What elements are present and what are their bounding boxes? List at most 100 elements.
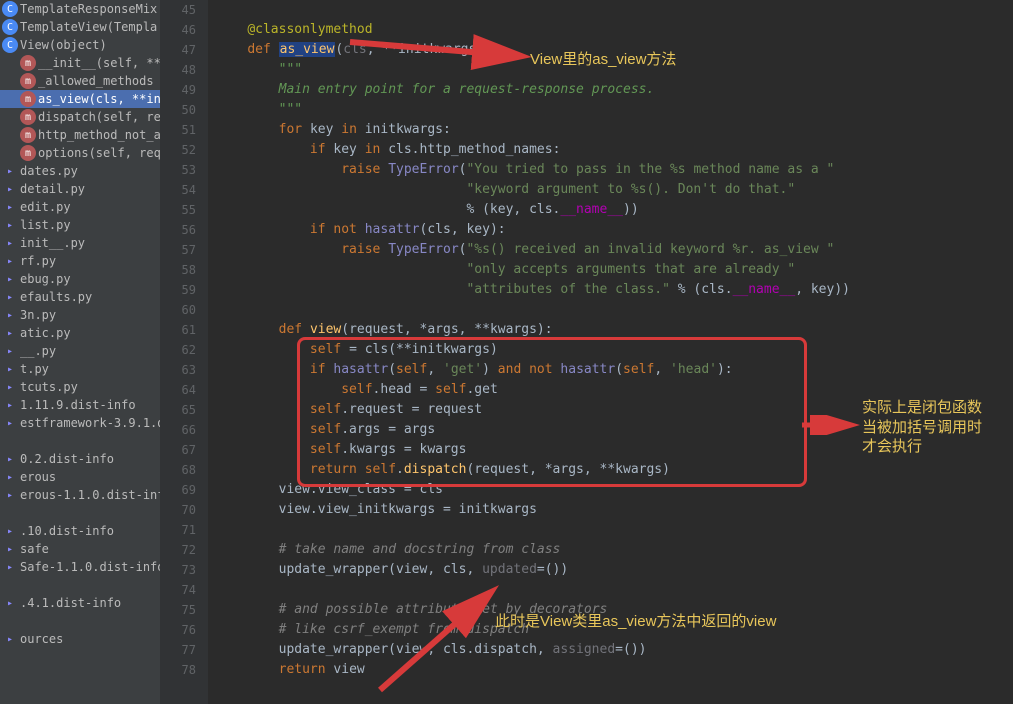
code-line[interactable]	[216, 300, 1013, 320]
annotation-closure: 实际上是闭包函数 当被加括号调用时 才会执行	[862, 398, 982, 457]
code-line[interactable]: for key in initkwargs:	[216, 120, 1013, 140]
tree-item[interactable]: ▸0.2.dist-info	[0, 450, 160, 468]
code-line[interactable]: if hasattr(self, 'get') and not hasattr(…	[216, 360, 1013, 380]
tree-item[interactable]: ▸edit.py	[0, 198, 160, 216]
code-line[interactable]: update_wrapper(view, cls, updated=())	[216, 560, 1013, 580]
file-icon: ▸	[2, 217, 18, 233]
tree-item-label: list.py	[20, 218, 71, 232]
code-line[interactable]: view.view_initkwargs = initkwargs	[216, 500, 1013, 520]
tree-item[interactable]: ▸efaults.py	[0, 288, 160, 306]
line-number: 47	[160, 40, 196, 60]
tree-item[interactable]	[0, 576, 160, 594]
code-line[interactable]: self.head = self.get	[216, 380, 1013, 400]
tree-item[interactable]: ▸ebug.py	[0, 270, 160, 288]
code-line[interactable]: # take name and docstring from class	[216, 540, 1013, 560]
code-line[interactable]: % (key, cls.__name__))	[216, 200, 1013, 220]
tree-item[interactable]: ▸estframework-3.9.1.dist-i	[0, 414, 160, 432]
line-number: 77	[160, 640, 196, 660]
tree-item[interactable]: ▸init__.py	[0, 234, 160, 252]
line-number: 55	[160, 200, 196, 220]
line-number: 65	[160, 400, 196, 420]
class-icon: C	[2, 19, 18, 35]
method-icon: m	[20, 55, 36, 71]
tree-item[interactable]: ▸atic.py	[0, 324, 160, 342]
tree-item[interactable]: ▸ources	[0, 630, 160, 648]
code-line[interactable]: if not hasattr(cls, key):	[216, 220, 1013, 240]
tree-item-label: .10.dist-info	[20, 524, 114, 538]
tree-item[interactable]: ▸3n.py	[0, 306, 160, 324]
tree-item[interactable]: ▸t.py	[0, 360, 160, 378]
code-line[interactable]: self = cls(**initkwargs)	[216, 340, 1013, 360]
tree-item[interactable]: CView(object)	[0, 36, 160, 54]
file-icon: ▸	[2, 235, 18, 251]
code-line[interactable]: return view	[216, 660, 1013, 680]
method-icon: m	[20, 109, 36, 125]
code-line[interactable]: Main entry point for a request-response …	[216, 80, 1013, 100]
line-number: 70	[160, 500, 196, 520]
line-number: 76	[160, 620, 196, 640]
tree-item-label: tcuts.py	[20, 380, 78, 394]
code-line[interactable]: @classonlymethod	[216, 20, 1013, 40]
tree-item[interactable]: ▸rf.py	[0, 252, 160, 270]
code-line[interactable]: "attributes of the class." % (cls.__name…	[216, 280, 1013, 300]
tree-item[interactable]: mdispatch(self, requ	[0, 108, 160, 126]
code-line[interactable]	[216, 520, 1013, 540]
method-icon: m	[20, 91, 36, 107]
code-line[interactable]	[216, 580, 1013, 600]
tree-item-label: edit.py	[20, 200, 71, 214]
code-line[interactable]: return self.dispatch(request, *args, **k…	[216, 460, 1013, 480]
tree-item[interactable]: ▸dates.py	[0, 162, 160, 180]
tree-item[interactable]: mhttp_method_not_a	[0, 126, 160, 144]
tree-item[interactable]: ▸erous	[0, 468, 160, 486]
tree-item[interactable]: ▸list.py	[0, 216, 160, 234]
line-number: 46	[160, 20, 196, 40]
tree-item[interactable]: ▸detail.py	[0, 180, 160, 198]
code-line[interactable]: """	[216, 100, 1013, 120]
code-line[interactable]	[216, 0, 1013, 20]
code-body[interactable]: @classonlymethod def as_view(cls, **init…	[208, 0, 1013, 704]
code-line[interactable]: def view(request, *args, **kwargs):	[216, 320, 1013, 340]
tree-item[interactable]: ▸erous-1.1.0.dist-info	[0, 486, 160, 504]
tree-item[interactable]: ▸.4.1.dist-info	[0, 594, 160, 612]
file-icon: ▸	[2, 325, 18, 341]
tree-item[interactable]: ▸safe	[0, 540, 160, 558]
tree-item[interactable]: m_allowed_methods	[0, 72, 160, 90]
tree-item-label: estframework-3.9.1.dist-i	[20, 416, 160, 430]
tree-item[interactable]: CTemplateView(Templa	[0, 18, 160, 36]
code-line[interactable]: if key in cls.http_method_names:	[216, 140, 1013, 160]
tree-item[interactable]: CTemplateResponseMix	[0, 0, 160, 18]
tree-item[interactable]: m__init__(self, **kwa	[0, 54, 160, 72]
tree-item-label: View(object)	[20, 38, 107, 52]
tree-item[interactable]: mas_view(cls, **initk	[0, 90, 160, 108]
file-icon: ▸	[2, 253, 18, 269]
line-number: 71	[160, 520, 196, 540]
code-editor[interactable]: 4546474849505152535455565758596061626364…	[160, 0, 1013, 704]
line-number: 61	[160, 320, 196, 340]
code-line[interactable]: raise TypeError("You tried to pass in th…	[216, 160, 1013, 180]
tree-item[interactable]: ▸__.py	[0, 342, 160, 360]
structure-sidebar[interactable]: CTemplateResponseMixCTemplateView(Templa…	[0, 0, 160, 704]
arrow-red-2	[800, 415, 860, 435]
line-number: 56	[160, 220, 196, 240]
code-line[interactable]: raise TypeError("%s() received an invali…	[216, 240, 1013, 260]
tree-item-label: .4.1.dist-info	[20, 596, 121, 610]
file-icon: ▸	[2, 307, 18, 323]
tree-item[interactable]	[0, 612, 160, 630]
code-line[interactable]: "only accepts arguments that are already…	[216, 260, 1013, 280]
code-line[interactable]: "keyword argument to %s(). Don't do that…	[216, 180, 1013, 200]
tree-item[interactable]: ▸tcuts.py	[0, 378, 160, 396]
tree-item[interactable]: moptions(self, reque	[0, 144, 160, 162]
line-number: 58	[160, 260, 196, 280]
tree-item[interactable]	[0, 504, 160, 522]
line-number: 63	[160, 360, 196, 380]
code-line[interactable]: view.view_class = cls	[216, 480, 1013, 500]
line-number: 78	[160, 660, 196, 680]
line-number: 74	[160, 580, 196, 600]
code-line[interactable]: update_wrapper(view, cls.dispatch, assig…	[216, 640, 1013, 660]
tree-item-label: dates.py	[20, 164, 78, 178]
tree-item[interactable]: ▸.10.dist-info	[0, 522, 160, 540]
tree-item[interactable]	[0, 432, 160, 450]
tree-item[interactable]: ▸Safe-1.1.0.dist-info	[0, 558, 160, 576]
tree-item[interactable]: ▸1.11.9.dist-info	[0, 396, 160, 414]
tree-item-label: atic.py	[20, 326, 71, 340]
